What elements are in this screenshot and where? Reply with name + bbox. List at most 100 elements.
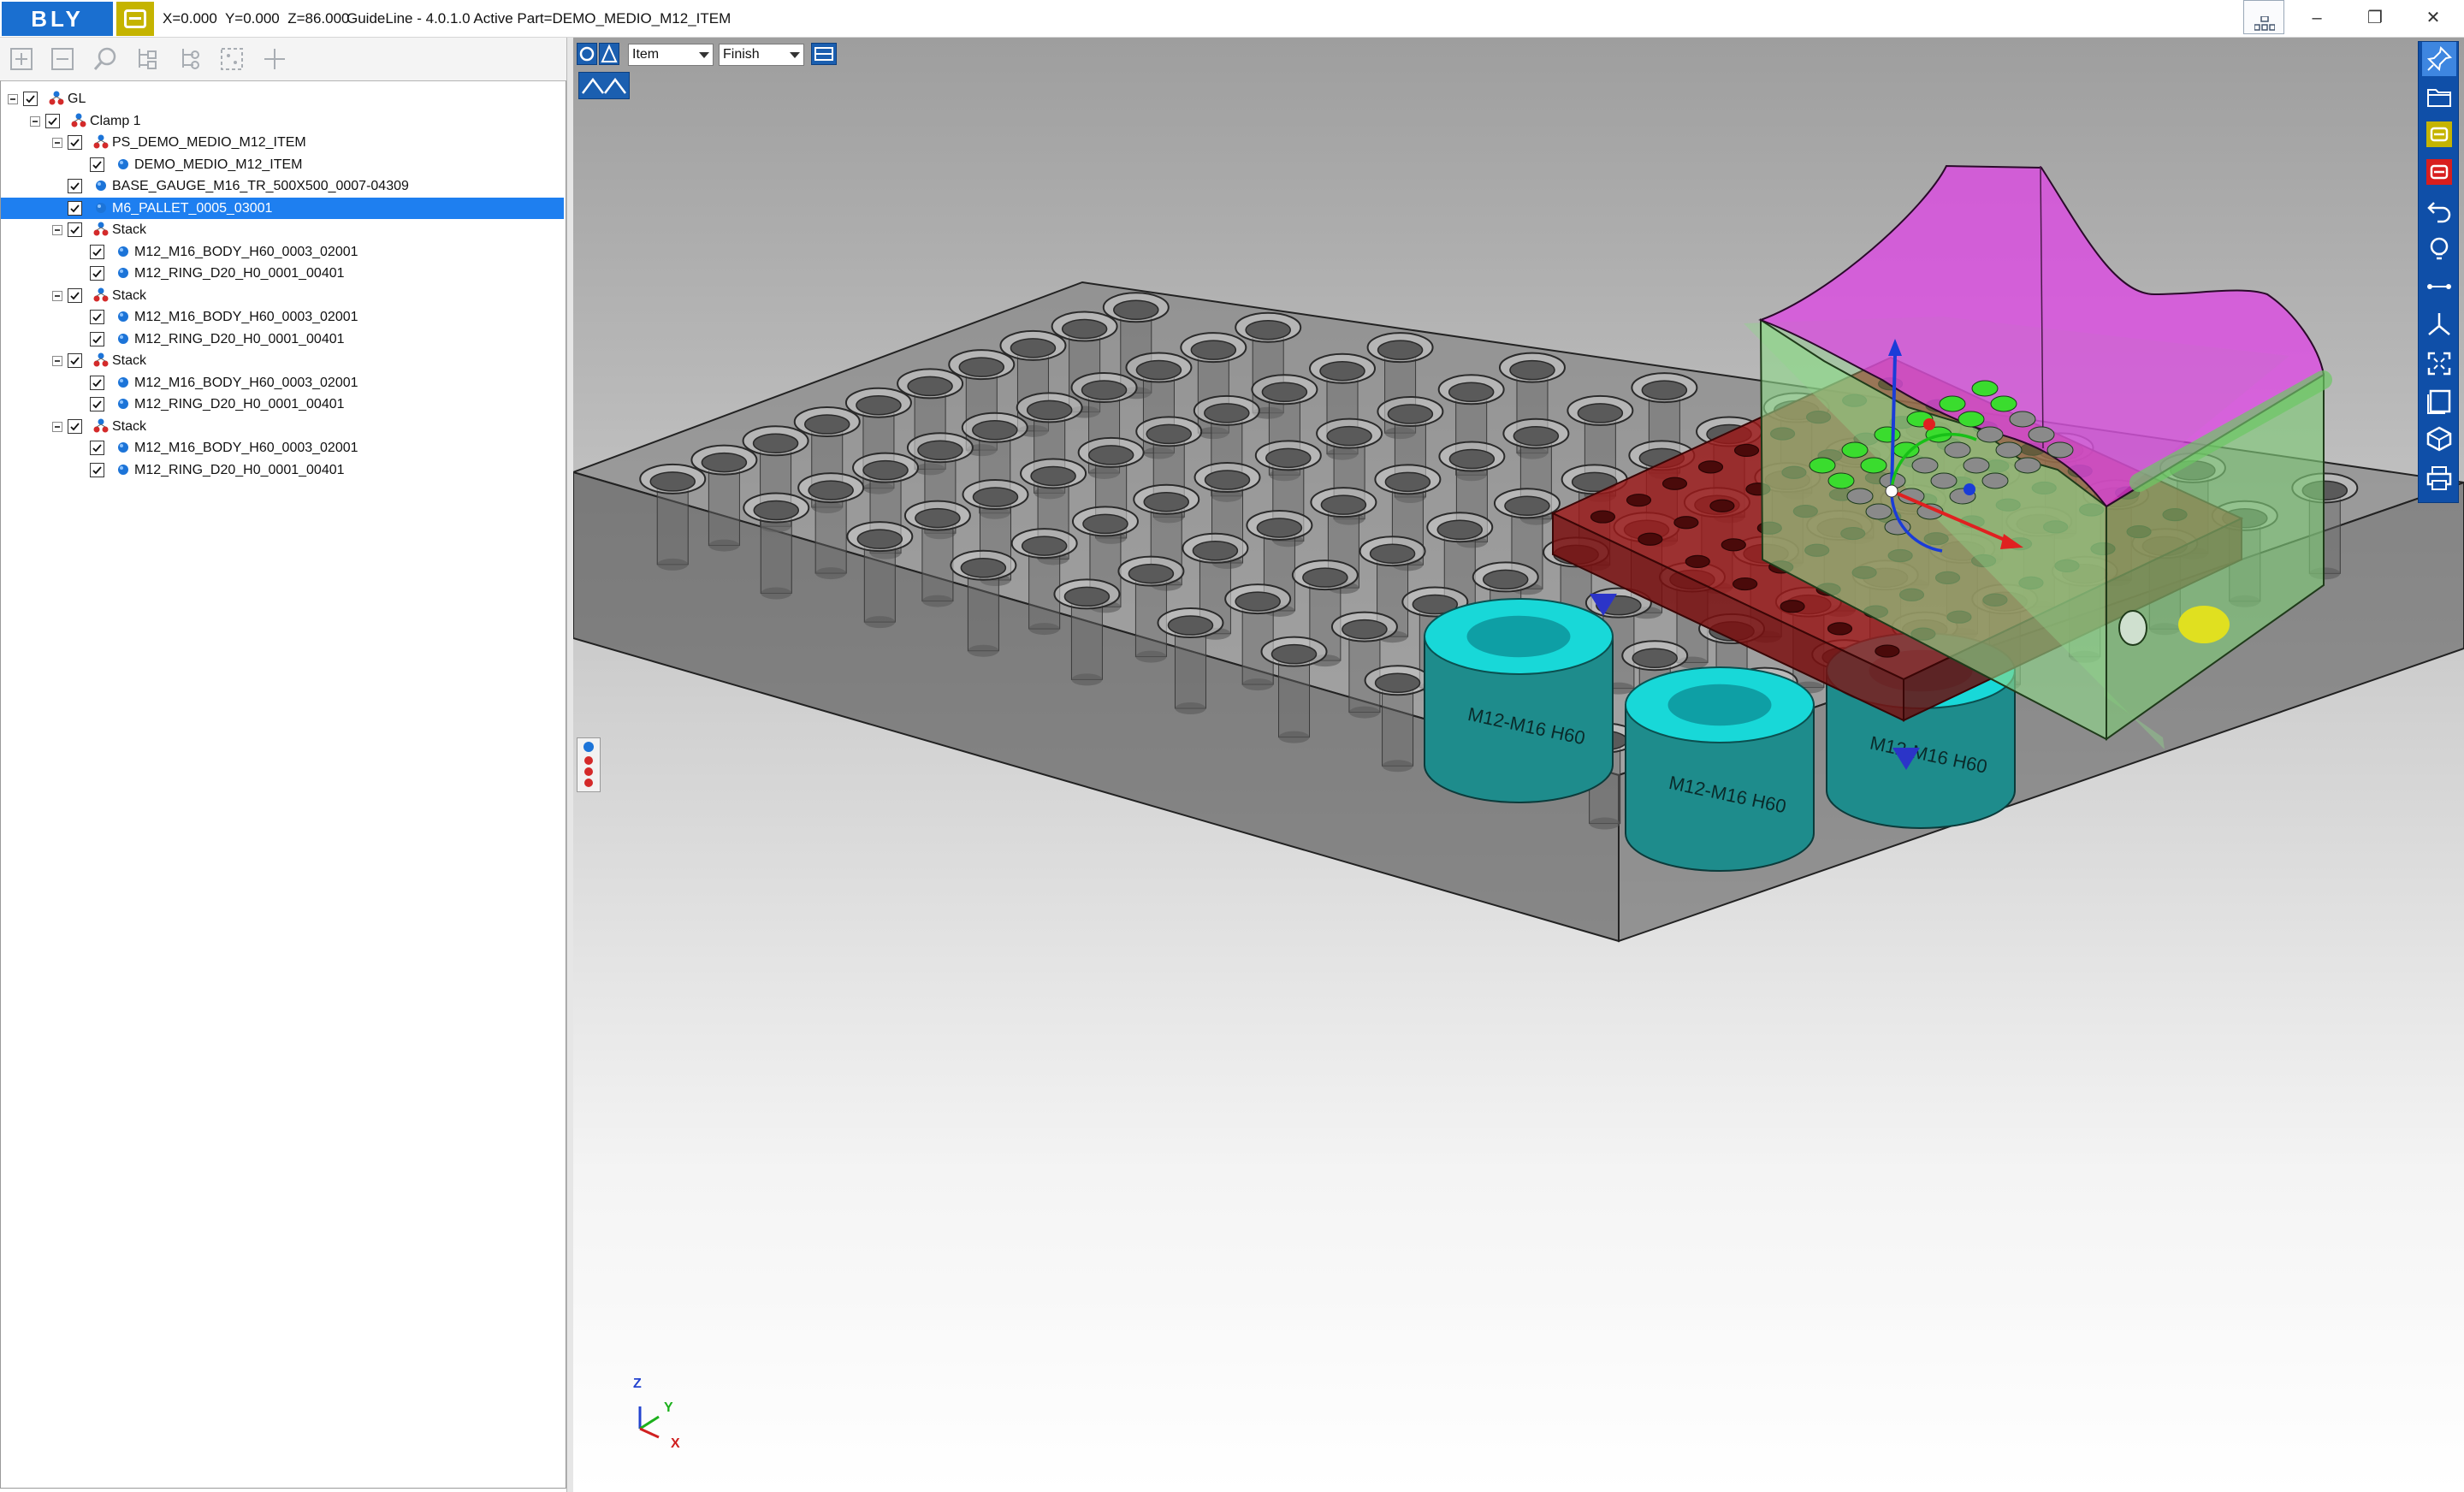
bly-logo[interactable]: BLY bbox=[2, 2, 113, 36]
tree-row-label: Stack bbox=[112, 418, 147, 434]
stack-visibility-toggle[interactable] bbox=[577, 737, 601, 792]
tree-row[interactable]: Stack bbox=[1, 416, 564, 437]
view-layout-button[interactable] bbox=[811, 43, 837, 65]
restore-button[interactable]: ❐ bbox=[2358, 5, 2392, 31]
visibility-checkbox[interactable] bbox=[68, 222, 82, 237]
visibility-checkbox[interactable] bbox=[90, 462, 104, 477]
tree-row[interactable]: GL bbox=[1, 88, 564, 110]
visibility-checkbox[interactable] bbox=[68, 135, 82, 150]
pin-hole bbox=[972, 420, 1018, 441]
collapse-toggle-icon[interactable] bbox=[30, 115, 40, 127]
axis-icon[interactable] bbox=[2422, 307, 2456, 341]
open-folder-icon[interactable] bbox=[2422, 80, 2456, 114]
tree-row[interactable]: Stack bbox=[1, 219, 564, 240]
tree-row[interactable]: M12_RING_D20_H0_0001_00401 bbox=[1, 263, 564, 284]
visibility-checkbox[interactable] bbox=[90, 375, 104, 390]
visibility-checkbox[interactable] bbox=[90, 244, 104, 259]
close-button[interactable]: ✕ bbox=[2416, 5, 2450, 31]
stage-select[interactable]: Finish bbox=[719, 44, 804, 66]
find-icon[interactable] bbox=[89, 43, 121, 75]
pin-hole bbox=[1384, 471, 1431, 493]
collapse-toggle-icon[interactable] bbox=[8, 94, 18, 104]
fit-view-icon[interactable] bbox=[2422, 346, 2456, 381]
visibility-checkbox[interactable] bbox=[90, 310, 104, 324]
tree-row-label: GL bbox=[68, 92, 86, 106]
tree-row[interactable]: PS_DEMO_MEDIO_M12_ITEM bbox=[1, 132, 564, 153]
window-icon[interactable] bbox=[2422, 384, 2456, 418]
tree-row[interactable]: BASE_GAUGE_M16_TR_500X500_0007-04309 bbox=[1, 175, 564, 197]
collapse-all-icon[interactable] bbox=[46, 43, 79, 75]
yellow-b-icon[interactable] bbox=[2422, 117, 2456, 151]
tree-row[interactable]: Stack bbox=[1, 285, 564, 306]
visibility-checkbox[interactable] bbox=[90, 157, 104, 172]
add-icon[interactable] bbox=[258, 43, 291, 75]
visibility-checkbox[interactable] bbox=[68, 418, 82, 434]
visibility-checkbox[interactable] bbox=[45, 113, 60, 128]
tree-row[interactable]: M12_M16_BODY_H60_0003_02001 bbox=[1, 437, 564, 459]
pin-icon[interactable] bbox=[2422, 42, 2456, 76]
pin-hole bbox=[1113, 299, 1159, 321]
visibility-checkbox[interactable] bbox=[68, 353, 82, 368]
shade-mode-button[interactable] bbox=[577, 43, 597, 65]
visibility-checkbox[interactable] bbox=[90, 397, 104, 411]
visibility-checkbox[interactable] bbox=[23, 92, 38, 106]
visibility-checkbox[interactable] bbox=[68, 287, 82, 303]
standard-views-button[interactable] bbox=[578, 72, 630, 99]
pin-hole bbox=[915, 507, 961, 529]
tree-branch-icon[interactable] bbox=[173, 43, 205, 75]
red-b-icon[interactable] bbox=[2422, 155, 2456, 189]
axis-y-line bbox=[639, 1415, 660, 1430]
select-frame-icon[interactable] bbox=[216, 43, 248, 75]
undo-icon[interactable] bbox=[2422, 194, 2456, 228]
visibility-checkbox[interactable] bbox=[90, 331, 104, 346]
visibility-checkbox[interactable] bbox=[90, 266, 104, 281]
panel-splitter[interactable] bbox=[566, 38, 573, 1492]
tree-row[interactable]: M12_M16_BODY_H60_0003_02001 bbox=[1, 306, 564, 328]
pin-base bbox=[1242, 678, 1274, 691]
tree-row[interactable]: Stack bbox=[1, 350, 564, 371]
pin-hole bbox=[804, 414, 850, 435]
lightbulb-icon[interactable] bbox=[2422, 232, 2456, 266]
scene-canvas[interactable]: M12-M16 H60M12-M16 H60M12-M16 H60ZYX bbox=[573, 38, 2464, 1492]
collapse-toggle-icon[interactable] bbox=[52, 356, 62, 366]
collapse-toggle-icon[interactable] bbox=[52, 290, 62, 301]
pin-hole bbox=[1063, 586, 1111, 607]
item-filter-select[interactable]: Item bbox=[628, 44, 714, 66]
pin-hole bbox=[1010, 338, 1057, 358]
tree-row[interactable]: DEMO_MEDIO_M12_ITEM bbox=[1, 154, 564, 175]
expand-all-icon[interactable] bbox=[5, 43, 38, 75]
view-cube-icon[interactable] bbox=[2422, 422, 2456, 456]
visibility-checkbox[interactable] bbox=[90, 441, 104, 455]
collapse-toggle-icon[interactable] bbox=[52, 138, 62, 148]
wireframe-mode-button[interactable] bbox=[599, 43, 619, 65]
print-icon[interactable] bbox=[2422, 461, 2456, 495]
part-icon bbox=[116, 462, 131, 477]
tree-row[interactable]: M12_RING_D20_H0_0001_00401 bbox=[1, 394, 564, 415]
measure-icon[interactable] bbox=[2422, 269, 2456, 304]
part-icon bbox=[116, 331, 131, 346]
layout-toggle-button[interactable] bbox=[2243, 0, 2284, 34]
tree-view-icon[interactable] bbox=[132, 43, 164, 75]
tree-row[interactable]: M6_PALLET_0005_03001 bbox=[1, 197, 564, 219]
pallet-hole bbox=[1721, 538, 1746, 552]
pallet-dot bbox=[1971, 380, 1999, 397]
collapse-toggle-icon[interactable] bbox=[52, 421, 62, 432]
tree-row[interactable]: Clamp 1 bbox=[1, 110, 564, 132]
tree-row[interactable]: M12_RING_D20_H0_0001_00401 bbox=[1, 459, 564, 481]
tree-row-label: BASE_GAUGE_M16_TR_500X500_0007-04309 bbox=[112, 179, 409, 193]
visibility-checkbox[interactable] bbox=[68, 200, 82, 216]
pallet-dot bbox=[1827, 472, 1855, 489]
collapse-toggle-icon[interactable] bbox=[52, 225, 62, 235]
layout-icon bbox=[2254, 16, 2275, 31]
assembly-icon bbox=[93, 352, 109, 368]
visibility-checkbox[interactable] bbox=[68, 179, 82, 193]
pin-hole bbox=[649, 471, 696, 492]
minimize-button[interactable]: – bbox=[2300, 5, 2334, 31]
assembly-tree: GL Clamp 1 PS_DEMO_MEDIO_M12_ITEM DEMO_MEDI… bbox=[0, 80, 566, 1489]
tree-row[interactable]: M12_M16_BODY_H60_0003_02001 bbox=[1, 241, 564, 263]
pin-hole bbox=[1369, 543, 1416, 564]
3d-viewport[interactable]: M12-M16 H60 M12-M16 H60 M12-M16 H60 Z Y X Ite… bbox=[573, 38, 2464, 1492]
tree-row[interactable]: M12_M16_BODY_H60_0003_02001 bbox=[1, 372, 564, 394]
b-menu-icon[interactable] bbox=[116, 2, 154, 36]
tree-row[interactable]: M12_RING_D20_H0_0001_00401 bbox=[1, 329, 564, 350]
